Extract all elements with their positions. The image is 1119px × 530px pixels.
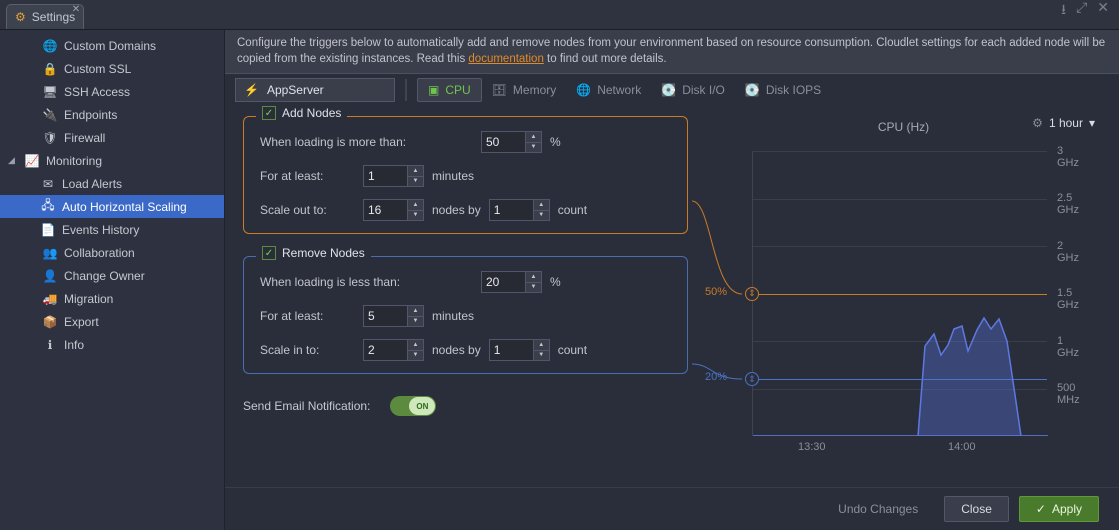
metric-tab-diskio[interactable]: 💽Disk I/O [651, 79, 735, 101]
chevron-down-icon: ▾ [1089, 116, 1095, 130]
add-for-stepper[interactable]: ▲▼ [363, 165, 424, 187]
close-window-icon[interactable]: ✕ [1097, 0, 1109, 23]
remove-when-input[interactable] [481, 271, 526, 293]
sidebar-item-firewall[interactable]: 🛡Firewall [0, 126, 224, 149]
cpu-icon: ▣ [428, 83, 439, 97]
migration-icon: 🚚 [42, 292, 58, 306]
check-icon: ✓ [1036, 502, 1046, 516]
add-scale-label: Scale out to: [260, 203, 355, 217]
close-tab-icon[interactable]: ✕ [72, 4, 80, 15]
metric-tab-network[interactable]: 🌐Network [566, 79, 651, 101]
range-select[interactable]: ⚙ 1 hour ▾ [1032, 116, 1095, 130]
disk-icon: 💽 [661, 83, 676, 97]
add-scale-to-input[interactable] [363, 199, 408, 221]
scaling-icon: 🖧 [40, 196, 56, 217]
cpu-chart: 3 GHz 2.5 GHz 2 GHz 1.5 GHz 1 GHz 500 MH… [752, 151, 1047, 436]
email-notification-label: Send Email Notification: [243, 399, 370, 413]
sidebar-item-auto-horizontal-scaling[interactable]: 🖧Auto Horizontal Scaling [0, 195, 224, 218]
sidebar-item-info[interactable]: ℹInfo [0, 333, 224, 356]
add-scale-to-stepper[interactable]: ▲▼ [363, 199, 424, 221]
metric-tab-cpu[interactable]: ▣CPU [417, 78, 482, 102]
sidebar-item-endpoints[interactable]: 🔌Endpoints [0, 103, 224, 126]
email-notification-toggle[interactable]: ON [390, 396, 436, 416]
bolt-icon: ⚡ [244, 83, 259, 97]
step-down-icon[interactable]: ▼ [526, 143, 541, 153]
remove-for-stepper[interactable]: ▲▼ [363, 305, 424, 327]
maximize-icon[interactable]: ⤢ [1076, 0, 1087, 23]
info-icon: ℹ [42, 338, 58, 352]
sidebar-item-events-history[interactable]: 📄Events History [0, 218, 224, 241]
remove-scale-to-stepper[interactable]: ▲▼ [363, 339, 424, 361]
info-banner: Configure the triggers below to automati… [225, 30, 1119, 74]
gear-icon: ⚙ [15, 10, 26, 24]
remove-scale-by-input[interactable] [489, 339, 534, 361]
settings-tree: 🌐Custom Domains 🔒Custom SSL 🖥SSH Access … [0, 30, 225, 530]
close-button[interactable]: Close [944, 496, 1009, 522]
terminal-icon: 🖥 [42, 85, 58, 99]
sidebar-item-export[interactable]: 📦Export [0, 310, 224, 333]
cpu-series [753, 151, 1048, 436]
network-icon: 🌐 [576, 83, 591, 97]
chart-icon: 📈 [24, 154, 40, 168]
memory-icon: 🗄 [492, 83, 507, 97]
add-scale-by-stepper[interactable]: ▲▼ [489, 199, 550, 221]
sidebar-item-load-alerts[interactable]: ✉Load Alerts [0, 172, 224, 195]
step-up-icon[interactable]: ▲ [526, 132, 541, 143]
divider [405, 79, 407, 101]
tab-settings[interactable]: ⚙ Settings ✕ [6, 4, 84, 29]
tab-title: Settings [32, 10, 75, 24]
remove-when-label: When loading is less than: [260, 275, 415, 289]
add-scale-by-input[interactable] [489, 199, 534, 221]
remove-scale-by-stepper[interactable]: ▲▼ [489, 339, 550, 361]
owner-icon: 👤 [42, 269, 58, 283]
metric-tab-memory[interactable]: 🗄Memory [482, 79, 567, 101]
add-when-input[interactable] [481, 131, 526, 153]
remove-nodes-checkbox[interactable]: ✓ [262, 246, 276, 260]
disk-icon: 💽 [745, 83, 760, 97]
lock-icon: 🔒 [42, 62, 58, 76]
sidebar-item-custom-domains[interactable]: 🌐Custom Domains [0, 34, 224, 57]
server-select[interactable]: ⚡ AppServer [235, 78, 395, 102]
add-for-input[interactable] [363, 165, 408, 187]
add-nodes-checkbox[interactable]: ✓ [262, 106, 276, 120]
apply-button[interactable]: ✓Apply [1019, 496, 1099, 522]
expander-icon[interactable]: ◢ [8, 155, 18, 166]
sidebar-item-monitoring[interactable]: ◢📈Monitoring [0, 149, 224, 172]
connector-lines [692, 146, 752, 476]
remove-when-stepper[interactable]: ▲▼ [481, 271, 542, 293]
export-icon: 📦 [42, 315, 58, 329]
history-icon: 📄 [40, 223, 56, 237]
shield-icon: 🛡 [42, 131, 58, 145]
remove-nodes-fieldset: ✓Remove Nodes When loading is less than:… [243, 256, 688, 374]
remove-for-input[interactable] [363, 305, 408, 327]
sidebar-item-collaboration[interactable]: 👥Collaboration [0, 241, 224, 264]
documentation-link[interactable]: documentation [468, 53, 543, 65]
add-for-label: For at least: [260, 169, 355, 183]
sidebar-item-migration[interactable]: 🚚Migration [0, 287, 224, 310]
download-icon[interactable]: ⭳ [1061, 0, 1066, 23]
add-when-stepper[interactable]: ▲▼ [481, 131, 542, 153]
sidebar-item-custom-ssl[interactable]: 🔒Custom SSL [0, 57, 224, 80]
endpoint-icon: 🔌 [42, 108, 58, 122]
sidebar-item-change-owner[interactable]: 👤Change Owner [0, 264, 224, 287]
undo-changes-button[interactable]: Undo Changes [822, 496, 934, 522]
people-icon: 👥 [42, 246, 58, 260]
alert-icon: ✉ [40, 177, 56, 191]
sidebar-item-ssh-access[interactable]: 🖥SSH Access [0, 80, 224, 103]
add-nodes-fieldset: ✓Add Nodes When loading is more than: ▲▼… [243, 116, 688, 234]
remove-scale-label: Scale in to: [260, 343, 355, 357]
add-when-label: When loading is more than: [260, 135, 415, 149]
metric-tab-diskiops[interactable]: 💽Disk IOPS [735, 79, 831, 101]
remove-for-label: For at least: [260, 309, 355, 323]
gear-icon: ⚙ [1032, 116, 1043, 130]
globe-icon: 🌐 [42, 39, 58, 53]
remove-scale-to-input[interactable] [363, 339, 408, 361]
